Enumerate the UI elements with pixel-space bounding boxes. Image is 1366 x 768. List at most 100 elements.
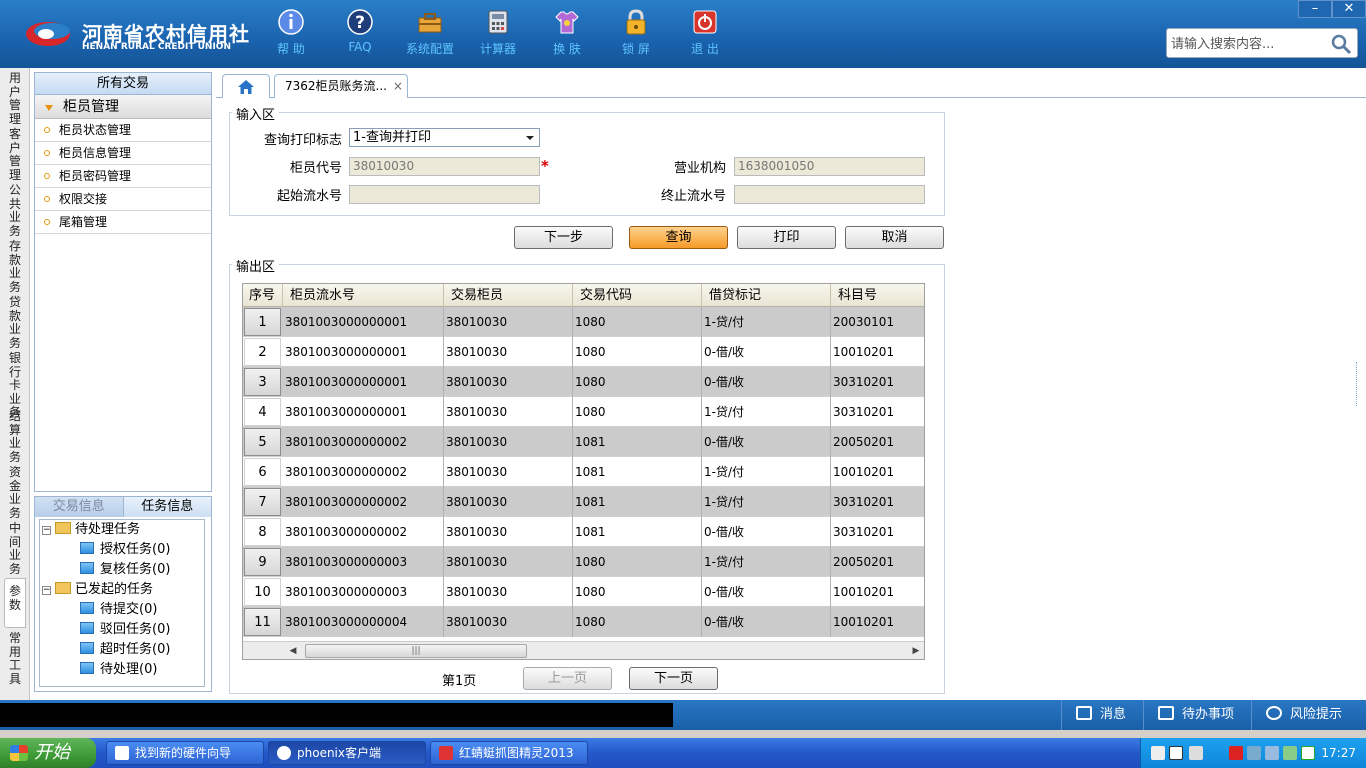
vtab-fund-business[interactable]: 资金业务 [4,465,26,520]
query-button[interactable]: 查询 [629,226,728,249]
end-serial-field[interactable] [734,185,925,204]
horizontal-scrollbar[interactable]: ◀ ||| ▶ [243,641,924,659]
menu-item-teller-status[interactable]: 柜员状态管理 [35,119,211,142]
vtab-loan-business[interactable]: 贷款业务 [4,295,26,350]
task-tree: − 待处理任务 授权任务(0) 复核任务(0) − 已发起的任务 待提交(0) 驳回… [39,519,205,687]
table-row[interactable]: 8 3801003000000002 38010030 1081 0-借/收 303102… [243,517,924,547]
search-input[interactable] [1171,33,1327,55]
risk-alert-button[interactable]: 风险提示 [1251,700,1366,730]
antivirus-icon[interactable] [1229,746,1243,760]
tab-7362-teller-flow[interactable]: 7362柜员账务流... × [274,74,408,98]
table-cell: 30310201 [833,375,895,389]
vc-icon[interactable] [1301,746,1315,760]
tree-leaf-pending[interactable]: 待处理(0) [80,661,157,679]
messages-button[interactable]: 消息 [1061,700,1143,730]
collapse-handle[interactable] [1356,362,1364,406]
table-row[interactable]: 6 3801003000000002 38010030 1081 1-贷/付 100102… [243,457,924,487]
table-row[interactable]: 11 3801003000000004 38010030 1080 0-借/收 10010… [243,607,924,637]
org-field[interactable]: 1638001050 [734,157,925,176]
minimize-button[interactable]: – [1298,0,1332,18]
collapse-icon[interactable]: − [42,586,51,595]
table-cell: 3801003000000004 [283,607,444,637]
prev-page-button[interactable]: 上一页 [523,667,612,690]
calculator-button[interactable]: 计算器 [465,8,531,64]
search-icon[interactable] [1329,32,1353,56]
exit-button[interactable]: 退 出 [672,8,738,64]
column-header-subject[interactable]: 科目号 [831,284,924,307]
expand-arrow-icon [45,105,53,111]
vtab-intermediate-business[interactable]: 中间业务 [4,521,26,576]
table-row[interactable]: 4 3801003000000001 38010030 1080 1-贷/付 303102… [243,397,924,427]
collapse-icon[interactable]: − [42,526,51,535]
table-cell: 1080 [573,397,702,427]
table-row[interactable]: 1 3801003000000001 38010030 1080 1-贷/付 200301… [243,307,924,337]
tree-node-initiated-tasks[interactable]: − 已发起的任务 [42,581,153,599]
table-row[interactable]: 10 3801003000000003 38010030 1080 0-借/收 10010… [243,577,924,607]
tree-leaf-timeout[interactable]: 超时任务(0) [80,641,170,659]
tree-leaf-review-tasks[interactable]: 复核任务(0) [80,561,170,579]
vtab-customer-management[interactable]: 客户管理 [4,127,26,182]
column-header-debit-credit[interactable]: 借贷标记 [702,284,831,307]
next-step-button[interactable]: 下一步 [514,226,613,249]
scroll-thumb[interactable]: ||| [305,644,527,658]
skin-button[interactable]: 换 肤 [534,8,600,64]
table-row[interactable]: 5 3801003000000002 38010030 1081 0-借/收 200502… [243,427,924,457]
security-icon[interactable] [1283,746,1297,760]
help-button[interactable]: 帮 助 [258,8,324,64]
table-cell: 1081 [573,517,702,547]
menu-item-teller-password[interactable]: 柜员密码管理 [35,165,211,188]
table-cell: 38010030 [444,457,573,487]
next-page-button[interactable]: 下一页 [629,667,718,690]
row-index: 9 [244,548,281,576]
taskbar-item-phoenix-client[interactable]: phoenix客户端 [268,741,426,765]
table-row[interactable]: 2 3801003000000001 38010030 1080 0-借/收 100102… [243,337,924,367]
column-header-index[interactable]: 序号 [243,284,283,307]
cancel-button[interactable]: 取消 [845,226,944,249]
scroll-left-icon[interactable]: ◀ [287,645,299,657]
tab-transaction-info[interactable]: 交易信息 [35,497,123,517]
system-config-button[interactable]: 系统配置 [397,8,463,64]
help-tray-icon[interactable] [1169,746,1183,760]
vtab-parameters[interactable]: 参数 [4,578,26,628]
vtab-common-tools[interactable]: 常用工具 [4,631,26,686]
tab-task-info[interactable]: 任务信息 [122,497,211,517]
table-row[interactable]: 9 3801003000000003 38010030 1080 1-贷/付 200502… [243,547,924,577]
clock: 17:27 [1321,746,1356,760]
column-header-trans-code[interactable]: 交易代码 [573,284,702,307]
table-cell: 0-借/收 [702,427,831,457]
tree-leaf-auth-tasks[interactable]: 授权任务(0) [80,541,170,559]
close-button[interactable]: ✕ [1332,0,1366,18]
print-button[interactable]: 打印 [737,226,836,249]
vtab-user-management[interactable]: 用户管理 [4,71,26,126]
network-icon[interactable] [1247,746,1261,760]
menu-item-teller-info[interactable]: 柜员信息管理 [35,142,211,165]
table-row[interactable]: 3 3801003000000001 38010030 1080 0-借/收 303102… [243,367,924,397]
column-header-serial[interactable]: 柜员流水号 [283,284,444,307]
teller-code-field[interactable]: 38010030 [349,157,540,176]
tree-node-pending-tasks[interactable]: − 待处理任务 [42,521,140,539]
tree-leaf-to-submit[interactable]: 待提交(0) [80,601,157,619]
tree-leaf-rejected[interactable]: 驳回任务(0) [80,621,170,639]
volume-icon[interactable] [1189,746,1203,760]
menu-item-permission-handover[interactable]: 权限交接 [35,188,211,211]
taskbar-item-hardware-wizard[interactable]: 找到新的硬件向导 [106,741,264,765]
taskbar-item-screenshot-tool[interactable]: 红蜻蜓抓图精灵2013 [430,741,588,765]
usb-icon[interactable] [1265,746,1279,760]
lock-screen-button[interactable]: 锁 屏 [603,8,669,64]
vtab-deposit-business[interactable]: 存款业务 [4,239,26,294]
vtab-public-business[interactable]: 公共业务 [4,183,26,238]
keyboard-icon[interactable] [1151,746,1165,760]
todo-button[interactable]: 待办事项 [1143,700,1251,730]
tab-home[interactable] [222,74,270,98]
scroll-right-icon[interactable]: ▶ [910,645,922,657]
tab-close-icon[interactable]: × [393,79,403,93]
menu-item-tail-box[interactable]: 尾箱管理 [35,211,211,234]
query-flag-select[interactable]: 1-查询并打印 [349,128,540,147]
table-row[interactable]: 7 3801003000000002 38010030 1081 1-贷/付 303102… [243,487,924,517]
start-serial-field[interactable] [349,185,540,204]
column-header-teller[interactable]: 交易柜员 [444,284,573,307]
faq-button[interactable]: ? FAQ [327,8,393,64]
vtab-settlement-business[interactable]: 结算业务 [4,409,26,464]
menu-group-teller-management[interactable]: 柜员管理 [35,95,211,119]
start-button[interactable]: 开始 [0,738,96,768]
